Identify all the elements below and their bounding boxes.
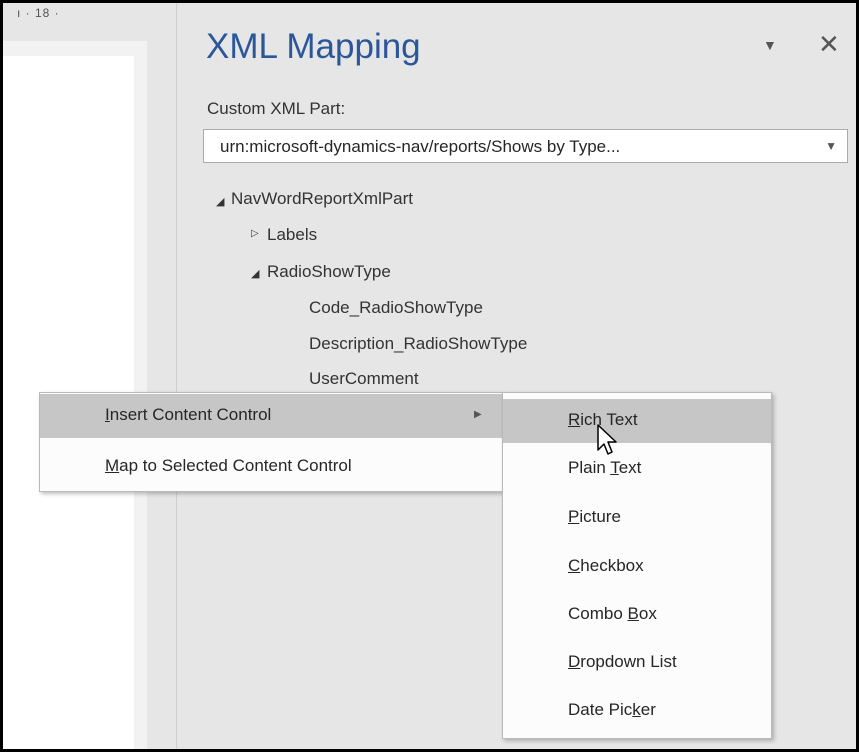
mouse-pointer-icon xyxy=(597,424,617,455)
submenu-item-combo-box[interactable]: Combo Box xyxy=(503,593,771,637)
word-window: ı · 18 · XML Mapping ▼ ✕ Custom XML Part… xyxy=(0,0,859,752)
accelerator-key: T xyxy=(610,458,619,477)
tree-node-labels[interactable]: Labels xyxy=(267,225,317,245)
tree-node-usercomment[interactable]: UserComment xyxy=(309,369,419,389)
dropdown-triangle-icon[interactable]: ▼ xyxy=(763,37,777,53)
label-part: Date Pic xyxy=(568,700,633,719)
tree-node-root[interactable]: NavWordReportXmlPart xyxy=(231,189,413,209)
menu-item-label: ap to Selected Content Control xyxy=(119,456,352,475)
tree-node-description[interactable]: Description_RadioShowType xyxy=(309,334,527,354)
accelerator-key: D xyxy=(568,652,581,671)
pane-title: XML Mapping xyxy=(206,27,421,66)
expanded-triangle-icon[interactable]: ◢ xyxy=(251,267,259,280)
submenu-item-checkbox[interactable]: Checkbox xyxy=(503,545,771,589)
horizontal-ruler[interactable]: ı · 18 · xyxy=(3,3,147,41)
accelerator-key: R xyxy=(568,410,581,429)
menu-item-insert-content-control[interactable]: Insert Content Control ▶ xyxy=(40,394,503,438)
accelerator-key: k xyxy=(632,700,641,719)
insert-content-control-submenu: Rich Text Plain Text Picture Checkbox Co… xyxy=(502,392,772,739)
collapsed-triangle-icon[interactable]: ▷ xyxy=(251,228,259,239)
submenu-item-dropdown-list[interactable]: Dropdown List xyxy=(503,641,771,685)
tree-node-radioshowtype[interactable]: RadioShowType xyxy=(267,262,391,282)
accelerator-key: M xyxy=(105,456,120,475)
label-part: icture xyxy=(579,507,621,526)
pane-divider[interactable] xyxy=(176,3,177,749)
label-part: Plain xyxy=(568,458,611,477)
label-part: heckbox xyxy=(580,556,644,575)
custom-xml-part-value: urn:microsoft-dynamics-nav/reports/Shows… xyxy=(220,137,621,156)
chevron-down-icon[interactable]: ▼ xyxy=(825,139,837,153)
menu-item-map-to-selected[interactable]: Map to Selected Content Control xyxy=(40,445,503,489)
label-part: er xyxy=(640,700,656,719)
label-part: Combo xyxy=(568,604,628,623)
context-menu: Insert Content Control ▶ Map to Selected… xyxy=(39,392,504,492)
submenu-item-picture[interactable]: Picture xyxy=(503,496,771,540)
custom-xml-part-label: Custom XML Part: xyxy=(207,99,346,118)
label-part: ext xyxy=(618,458,642,477)
submenu-item-plain-text[interactable]: Plain Text xyxy=(503,447,771,491)
submenu-item-rich-text[interactable]: Rich Text xyxy=(503,399,771,443)
ruler-marks: ı · 18 · xyxy=(17,6,60,20)
submenu-arrow-icon: ▶ xyxy=(474,409,482,420)
accelerator-key: C xyxy=(568,556,581,575)
custom-xml-part-select[interactable]: urn:microsoft-dynamics-nav/reports/Shows… xyxy=(203,129,848,163)
accelerator-key: B xyxy=(627,604,639,623)
label-part: ox xyxy=(638,604,657,623)
submenu-item-date-picker[interactable]: Date Picker xyxy=(503,689,771,733)
menu-item-label: nsert Content Control xyxy=(109,405,272,424)
expanded-triangle-icon[interactable]: ◢ xyxy=(216,195,224,208)
accelerator-key: P xyxy=(568,507,580,526)
label-part: ropdown List xyxy=(580,652,677,671)
tree-node-code[interactable]: Code_RadioShowType xyxy=(309,298,483,318)
close-icon[interactable]: ✕ xyxy=(818,31,840,57)
